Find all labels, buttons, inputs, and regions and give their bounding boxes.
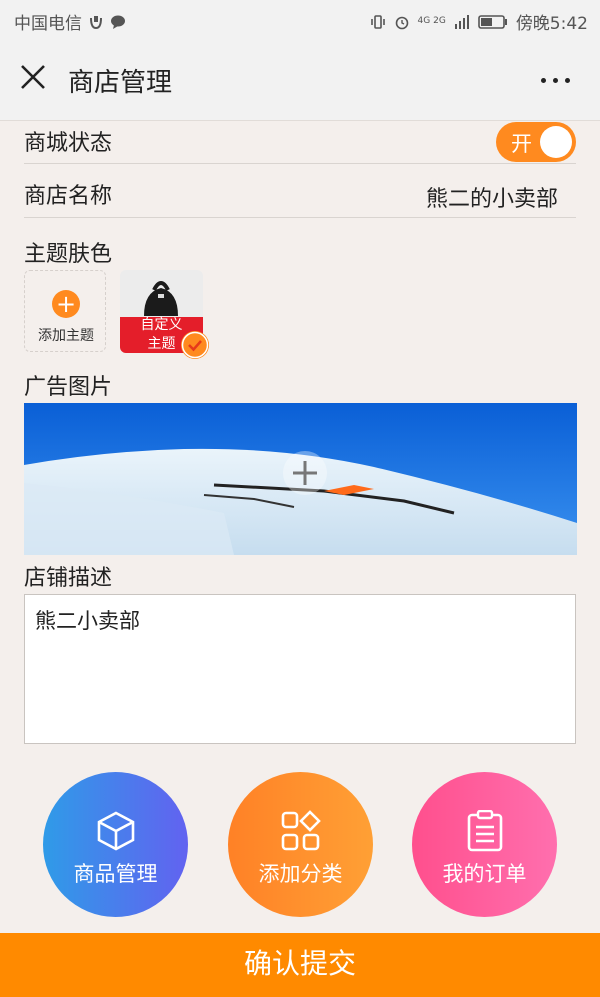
toggle-knob [540,126,572,158]
add-theme-button[interactable]: + 添加主题 [24,270,106,352]
ad-image-label: 广告图片 [24,375,113,400]
signal-icon [454,14,469,29]
shop-name-label: 商店名称 [24,184,113,209]
toggle-text: 开 [511,132,532,156]
clock-text: 傍晚5:42 [515,14,588,34]
banner-image [24,403,577,555]
network-type: 4G 2G [417,16,446,26]
my-orders-button[interactable]: 我的订单 [412,772,557,917]
description-textarea[interactable]: 熊二小卖部 [24,594,576,744]
theme-label: 主题肤色 [24,242,113,267]
page-title: 商店管理 [68,68,173,98]
product-management-label: 商品管理 [73,862,158,886]
add-category-button[interactable]: 添加分类 [228,772,373,917]
add-theme-label: 添加主题 [38,328,94,344]
vibrate-icon [370,14,385,29]
clipboard-icon [467,810,503,852]
description-value: 熊二小卖部 [35,609,140,633]
mall-status-row: 商城状态 开 [24,121,576,164]
box-icon [97,811,135,851]
add-category-label: 添加分类 [258,862,343,886]
nav-bar: 商店管理 [0,40,600,121]
product-management-button[interactable]: 商品管理 [43,772,188,917]
chat-icon [111,15,125,29]
status-bar: 中国电信 4G 2G 傍晚5:42 [0,0,600,40]
mall-status-toggle[interactable]: 开 [496,122,576,162]
more-icon[interactable] [541,78,570,83]
carrier-text: 中国电信 [14,14,82,34]
shop-name-input[interactable]: 熊二的小卖部 [426,181,558,213]
close-icon[interactable] [18,62,48,92]
mall-status-label: 商城状态 [24,131,113,156]
ad-image-banner[interactable] [24,403,577,555]
check-icon [181,331,209,359]
description-label: 店铺描述 [24,566,113,591]
grid-icon [281,810,321,851]
plus-icon: + [52,290,80,318]
battery-icon [478,14,507,29]
shop-name-row: 商店名称 熊二的小卖部 [24,164,576,218]
submit-button[interactable]: 确认提交 [0,933,600,997]
notification-icon [90,15,102,29]
my-orders-label: 我的订单 [442,862,527,886]
alarm-icon [395,16,408,29]
